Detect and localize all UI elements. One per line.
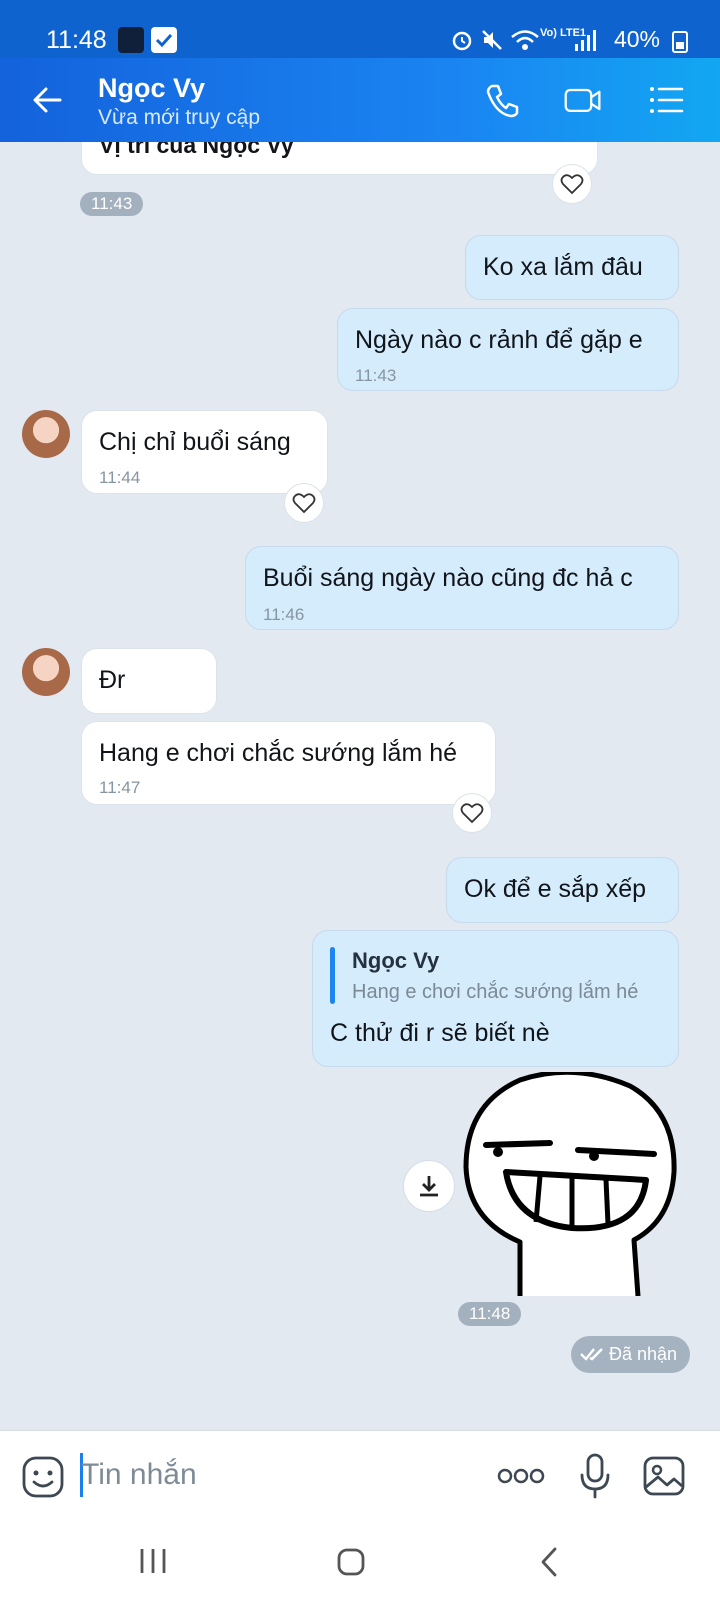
location-title: Vị trí của Ngọc Vy: [99, 142, 294, 158]
message-text: Ngày nào c rảnh để gặp e: [355, 326, 643, 354]
message-time: 11:47: [99, 778, 141, 797]
incoming-message[interactable]: Chị chỉ buổi sáng 11:44: [81, 410, 328, 494]
app-notification-icon: [118, 27, 144, 53]
message-text: Buổi sáng ngày nào cũng đc hả c: [263, 564, 633, 592]
image-icon: [643, 1456, 685, 1496]
outgoing-message[interactable]: Ko xa lắm đâu: [465, 235, 679, 300]
reply-message[interactable]: Ngọc Vy Hang e chơi chắc sướng lắm hé C …: [312, 930, 679, 1067]
location-message[interactable]: Vị trí của Ngọc Vy: [81, 142, 598, 175]
menu-icon[interactable]: [646, 80, 686, 120]
message-input[interactable]: [81, 1452, 461, 1498]
download-button[interactable]: [403, 1160, 455, 1212]
phone-icon[interactable]: [482, 80, 522, 120]
more-icon: [497, 1468, 545, 1484]
contact-name[interactable]: Ngọc Vy: [98, 73, 205, 104]
message-time: 11:43: [355, 366, 397, 385]
heart-icon: [292, 493, 316, 514]
heart-icon: [460, 803, 484, 824]
delivery-status-label: Đã nhận: [609, 1344, 678, 1364]
message-text: Ko xa lắm đâu: [483, 253, 643, 281]
back-icon[interactable]: [538, 1546, 560, 1578]
alarm-icon: [452, 31, 472, 51]
outgoing-message[interactable]: Buổi sáng ngày nào cũng đc hả c 11:46: [245, 546, 679, 630]
message-composer: [0, 1430, 720, 1522]
outgoing-message[interactable]: Ngày nào c rảnh để gặp e 11:43: [337, 308, 679, 391]
quote-bar: [330, 947, 335, 1004]
heart-icon: [560, 174, 584, 195]
video-call-icon[interactable]: [563, 80, 603, 120]
recent-apps-icon[interactable]: [138, 1547, 168, 1575]
message-text: Chị chỉ buổi sáng: [99, 428, 291, 456]
emoji-icon: [22, 1456, 64, 1498]
home-icon[interactable]: [336, 1547, 366, 1577]
emoji-button[interactable]: [21, 1455, 65, 1499]
message-text: Đr: [99, 666, 126, 694]
battery-percent: 40%: [613, 26, 660, 52]
wifi-icon: [511, 30, 539, 50]
time-divider: 11:48: [458, 1302, 522, 1326]
incoming-message[interactable]: Hang e chơi chắc sướng lắm hé 11:47: [81, 721, 496, 805]
sticker-grinning-face[interactable]: [462, 1072, 682, 1296]
image-picker-button[interactable]: [641, 1453, 687, 1499]
delivery-status: Đã nhận: [571, 1336, 690, 1373]
incoming-message[interactable]: Đr: [81, 648, 217, 714]
mute-icon: [482, 30, 502, 50]
heart-react-button[interactable]: [552, 164, 592, 204]
quote-author: Ngọc Vy: [352, 948, 440, 973]
back-arrow-icon[interactable]: [28, 80, 68, 120]
message-time: 11:44: [99, 468, 141, 487]
double-check-icon: [580, 1348, 603, 1361]
message-time: 11:46: [263, 605, 305, 624]
voice-record-button[interactable]: [573, 1451, 617, 1501]
status-time: 11:48: [46, 26, 107, 54]
heart-react-button[interactable]: [284, 483, 324, 523]
battery-icon: [672, 31, 688, 53]
message-text: C thử đi r sẽ biết nè: [330, 1019, 550, 1047]
message-text: Ok để e sắp xếp: [464, 875, 647, 903]
message-text: Hang e chơi chắc sướng lắm hé: [99, 739, 458, 767]
microphone-icon: [580, 1453, 610, 1499]
signal-icon: [575, 30, 596, 51]
contact-avatar[interactable]: [22, 648, 70, 696]
message-list[interactable]: Vị trí của Ngọc Vy 11:43 Ko xa lắm đâu N…: [0, 142, 720, 1430]
chat-header: Ngọc Vy Vừa mới truy cập: [0, 58, 720, 142]
contact-avatar[interactable]: [22, 410, 70, 458]
download-icon: [420, 1176, 438, 1197]
system-nav-bar: [0, 1522, 720, 1600]
checkbox-notification-icon: [151, 27, 177, 53]
quote-text: Hang e chơi chắc sướng lắm hé: [352, 981, 639, 1003]
more-button[interactable]: [495, 1463, 547, 1489]
heart-react-button[interactable]: [452, 793, 492, 833]
contact-status: Vừa mới truy cập: [98, 106, 261, 129]
outgoing-message[interactable]: Ok để e sắp xếp: [446, 857, 679, 923]
status-bar: 11:48 Vo) LTE1 40%: [0, 0, 720, 58]
time-divider: 11:43: [80, 192, 144, 216]
